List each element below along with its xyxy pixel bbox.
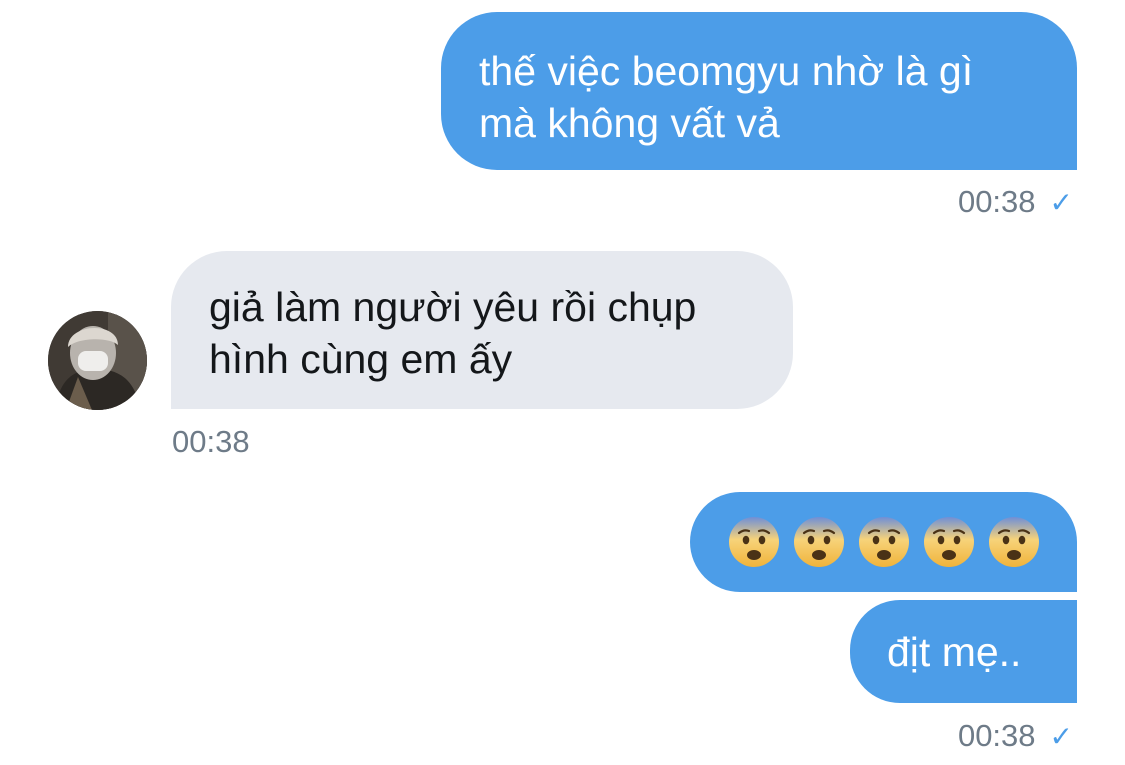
anxious-face-icon bbox=[989, 517, 1039, 567]
outgoing-emoji-bubble[interactable] bbox=[690, 492, 1077, 592]
message-meta: 00:38 ✓ bbox=[958, 184, 1073, 220]
message-timestamp: 00:38 bbox=[172, 424, 250, 459]
read-check-icon: ✓ bbox=[1049, 720, 1073, 752]
message-timestamp: 00:38 bbox=[957, 718, 1036, 753]
outgoing-message-bubble[interactable]: thế việc beomgyu nhờ là gì mà không vất … bbox=[441, 12, 1077, 170]
message-timestamp: 00:38 bbox=[957, 184, 1036, 219]
anxious-face-icon bbox=[794, 517, 844, 567]
outgoing-message-bubble[interactable]: địt mẹ.. bbox=[850, 600, 1077, 703]
message-meta: 00:38 ✓ bbox=[958, 718, 1073, 754]
anxious-face-icon bbox=[859, 517, 909, 567]
message-meta: 00:38 bbox=[172, 424, 250, 460]
avatar-photo bbox=[48, 311, 147, 410]
chat-thread: thế việc beomgyu nhờ là gì mà không vất … bbox=[0, 0, 1125, 765]
anxious-face-icon bbox=[729, 517, 779, 567]
avatar[interactable] bbox=[48, 311, 147, 410]
read-check-icon: ✓ bbox=[1049, 186, 1073, 218]
anxious-face-icon bbox=[924, 517, 974, 567]
incoming-message-bubble[interactable]: giả làm người yêu rồi chụp hình cùng em … bbox=[171, 251, 793, 409]
